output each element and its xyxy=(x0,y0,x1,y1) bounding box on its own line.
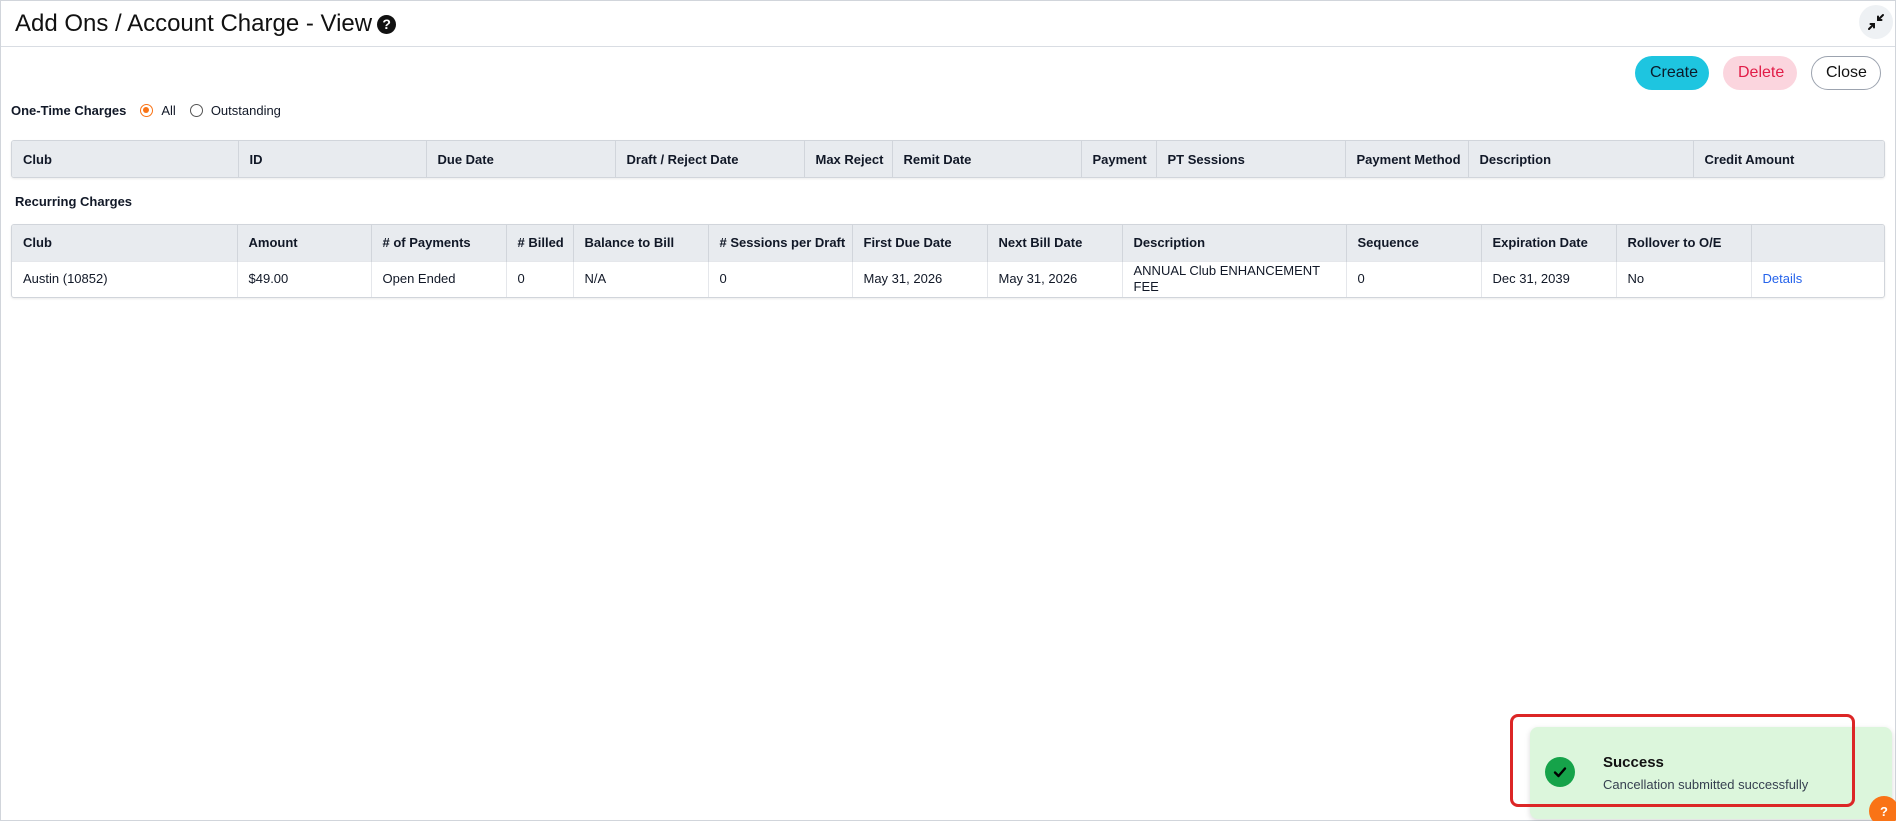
modal-header: Add Ons / Account Charge - View? xyxy=(1,1,1895,47)
cell-expiration-date: Dec 31, 2039 xyxy=(1481,260,1617,297)
details-link[interactable]: Details xyxy=(1763,271,1803,286)
one-time-charges-label: One-Time Charges xyxy=(11,103,127,118)
cell-sessions-per-draft: 0 xyxy=(708,260,853,297)
col-balance-to-bill[interactable]: Balance to Bill xyxy=(573,225,709,261)
col-num-payments[interactable]: # of Payments xyxy=(371,225,507,261)
delete-button[interactable]: Delete xyxy=(1723,56,1797,90)
table-row[interactable]: Austin (10852) $49.00 Open Ended 0 N/A 0… xyxy=(12,260,1884,297)
col-next-bill-date[interactable]: Next Bill Date xyxy=(987,225,1123,261)
cell-club: Austin (10852) xyxy=(12,260,238,297)
minimize-button[interactable] xyxy=(1859,5,1893,39)
col-sessions-per-draft[interactable]: # Sessions per Draft xyxy=(708,225,853,261)
cell-first-due-date: May 31, 2026 xyxy=(852,260,988,297)
help-circle-icon[interactable]: ? xyxy=(377,15,397,34)
page-title: Add Ons / Account Charge - View? xyxy=(15,10,397,38)
page-title-text: Add Ons / Account Charge - View xyxy=(15,10,373,37)
col-id[interactable]: ID xyxy=(238,141,427,177)
col-description[interactable]: Description xyxy=(1122,225,1347,261)
col-amount[interactable]: Amount xyxy=(237,225,372,261)
col-description[interactable]: Description xyxy=(1468,141,1694,177)
create-button[interactable]: Create xyxy=(1635,56,1709,90)
one-time-charges-table: Club ID Due Date Draft / Reject Date Max… xyxy=(11,140,1885,178)
recurring-charges-label: Recurring Charges xyxy=(15,194,133,209)
col-club[interactable]: Club xyxy=(12,141,239,177)
toast-highlight-box xyxy=(1510,714,1855,807)
cell-rollover: No xyxy=(1616,260,1752,297)
cell-num-payments: Open Ended xyxy=(371,260,507,297)
cell-num-billed: 0 xyxy=(506,260,574,297)
col-payment-method[interactable]: Payment Method xyxy=(1345,141,1469,177)
toolbar: Create Delete Close xyxy=(1635,56,1881,90)
col-actions xyxy=(1751,225,1884,261)
cell-actions: Details xyxy=(1751,260,1884,297)
cell-balance-to-bill: N/A xyxy=(573,260,709,297)
filter-all-radio[interactable]: All xyxy=(140,103,176,118)
col-payment[interactable]: Payment xyxy=(1081,141,1157,177)
collapse-arrows-icon xyxy=(1868,14,1884,30)
col-first-due-date[interactable]: First Due Date xyxy=(852,225,988,261)
account-charge-modal: Add Ons / Account Charge - View? Create … xyxy=(0,0,1896,821)
col-remit-date[interactable]: Remit Date xyxy=(892,141,1082,177)
filter-all-label: All xyxy=(161,103,176,118)
col-max-reject[interactable]: Max Reject xyxy=(804,141,893,177)
col-due-date[interactable]: Due Date xyxy=(426,141,616,177)
cell-amount: $49.00 xyxy=(237,260,372,297)
col-rollover[interactable]: Rollover to O/E xyxy=(1616,225,1752,261)
recurring-charges-table: Club Amount # of Payments # Billed Balan… xyxy=(11,224,1885,298)
close-button[interactable]: Close xyxy=(1811,56,1881,90)
cell-next-bill-date: May 31, 2026 xyxy=(987,260,1123,297)
filter-outstanding-label: Outstanding xyxy=(210,103,281,118)
col-credit-amount[interactable]: Credit Amount xyxy=(1693,141,1884,177)
col-pt-sessions[interactable]: PT Sessions xyxy=(1156,141,1346,177)
col-club[interactable]: Club xyxy=(12,225,238,261)
col-num-billed[interactable]: # Billed xyxy=(506,225,574,261)
radio-unchecked-icon xyxy=(189,104,203,117)
cell-sequence: 0 xyxy=(1346,260,1482,297)
cell-description: ANNUAL Club ENHANCEMENT FEE xyxy=(1122,260,1347,297)
one-time-filter-row: One-Time Charges All Outstanding xyxy=(11,103,295,118)
col-sequence[interactable]: Sequence xyxy=(1346,225,1482,261)
help-fab-button[interactable]: ? xyxy=(1869,796,1896,821)
col-expiration-date[interactable]: Expiration Date xyxy=(1481,225,1617,261)
col-draft-reject-date[interactable]: Draft / Reject Date xyxy=(615,141,805,177)
radio-checked-icon xyxy=(140,104,154,117)
filter-outstanding-radio[interactable]: Outstanding xyxy=(189,103,281,118)
